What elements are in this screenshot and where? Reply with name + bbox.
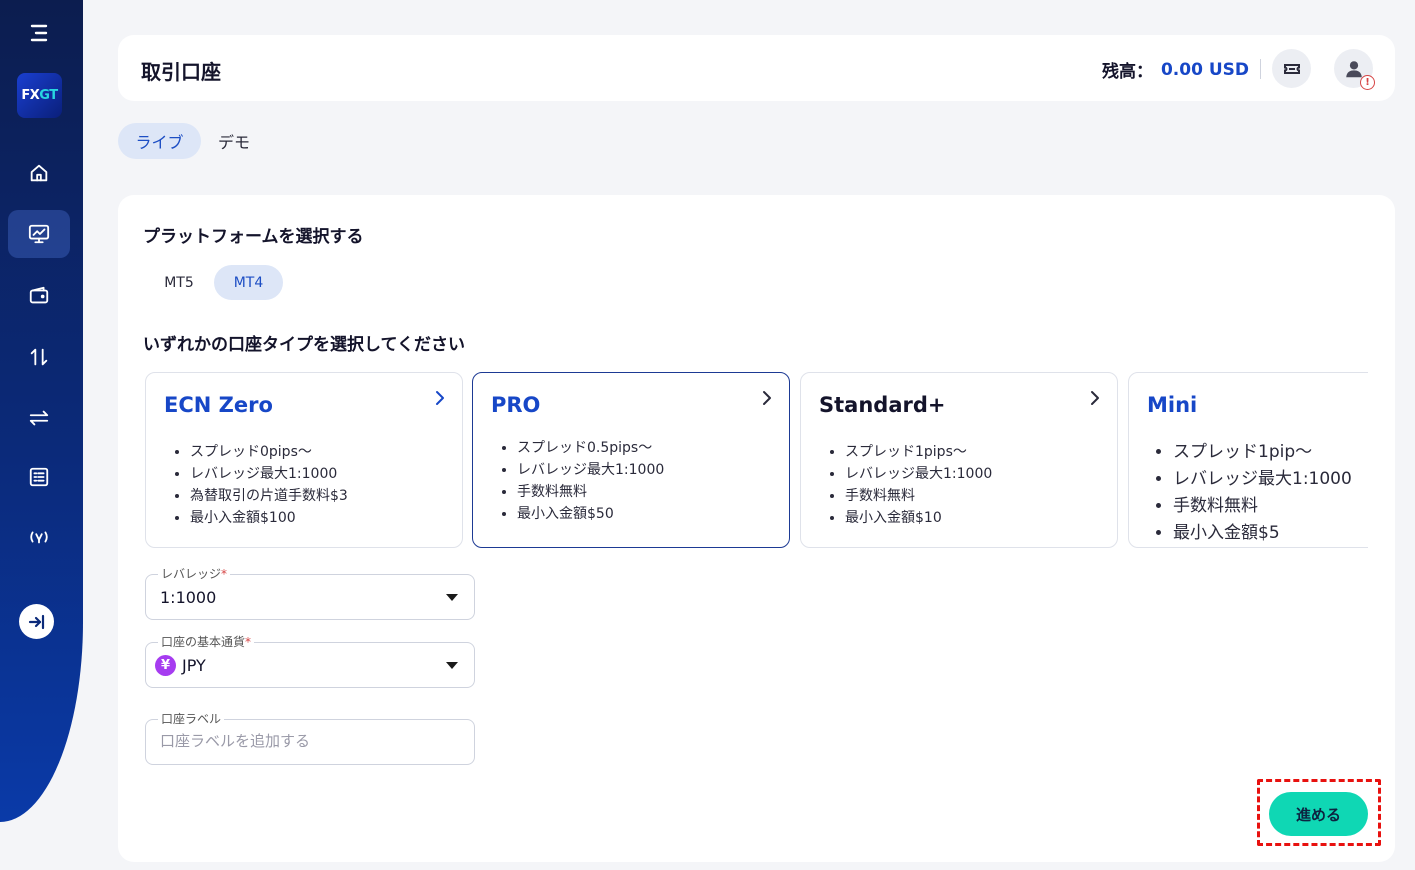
caret-down-icon xyxy=(446,662,458,669)
signal-icon xyxy=(30,531,48,544)
account-card-standard-plus[interactable]: Standard+ スプレッド1pips〜 レバレッジ最大1:1000 手数料無… xyxy=(800,372,1118,548)
page-header: 取引口座 残高： 0.00 USD ! xyxy=(118,35,1395,101)
chevron-right-icon xyxy=(432,389,448,407)
chart-monitor-icon xyxy=(28,224,50,244)
proceed-button[interactable]: 進める xyxy=(1269,792,1368,836)
feature-item: レバレッジ最大1:1000 xyxy=(1173,466,1352,493)
feature-item: スプレッド1pip〜 xyxy=(1173,439,1352,466)
tab-mt4[interactable]: MT4 xyxy=(214,265,283,300)
account-label-input[interactable] xyxy=(160,732,460,750)
feature-item: スプレッド0.5pips〜 xyxy=(517,437,664,459)
feature-item: 最小入金額$50 xyxy=(517,503,664,525)
caret-down-icon xyxy=(446,594,458,601)
feature-item: 為替取引の片道手数料$3 xyxy=(190,485,348,507)
ticket-button[interactable] xyxy=(1272,49,1311,88)
arrows-up-down-icon xyxy=(30,348,48,366)
account-name: PRO xyxy=(491,393,541,417)
account-setup-panel: プラットフォームを選択する MT5 MT4 いずれかの口座タイプを選択してくださ… xyxy=(118,195,1395,862)
chevron-right-icon xyxy=(759,389,775,407)
feature-item: レバレッジ最大1:1000 xyxy=(517,459,664,481)
wallet-icon xyxy=(29,286,49,304)
feature-item: 最小入金額$5 xyxy=(1173,520,1352,547)
feature-item: レバレッジ最大1:1000 xyxy=(190,463,348,485)
chevron-right-icon xyxy=(1087,389,1103,407)
header-divider xyxy=(1260,59,1261,79)
currency-value: JPY xyxy=(182,656,206,675)
feature-item: スプレッド0pips〜 xyxy=(190,441,348,463)
arrow-right-bar-icon xyxy=(28,614,44,629)
feature-item: 手数料無料 xyxy=(845,485,992,507)
sidebar-item-partner[interactable] xyxy=(8,513,70,561)
balance-label: 残高： xyxy=(1101,62,1153,82)
account-name: Standard+ xyxy=(819,393,946,417)
tab-demo[interactable]: デモ xyxy=(208,123,260,159)
sidebar-item-transfer[interactable] xyxy=(8,333,70,381)
balance-display: 残高： 0.00 USD xyxy=(1101,57,1249,83)
menu-icon[interactable] xyxy=(26,20,52,46)
alert-icon: ! xyxy=(1360,75,1375,90)
tab-live[interactable]: ライブ xyxy=(118,123,201,159)
feature-item: 最小入金額$10 xyxy=(845,507,992,529)
feature-list: スプレッド1pip〜 レバレッジ最大1:1000 手数料無料 最小入金額$5 xyxy=(1173,439,1352,547)
account-name: ECN Zero xyxy=(164,393,273,417)
feature-item: 最小入金額$100 xyxy=(190,507,348,529)
feature-list: スプレッド0.5pips〜 レバレッジ最大1:1000 手数料無料 最小入金額$… xyxy=(517,437,664,525)
account-card-mini[interactable]: Mini スプレッド1pip〜 レバレッジ最大1:1000 手数料無料 最小入金… xyxy=(1128,372,1368,548)
platform-title: プラットフォームを選択する xyxy=(143,227,364,247)
sidebar-item-home[interactable] xyxy=(8,149,70,197)
account-card-ecn-zero[interactable]: ECN Zero スプレッド0pips〜 レバレッジ最大1:1000 為替取引の… xyxy=(145,372,463,548)
feature-item: スプレッド1pips〜 xyxy=(845,441,992,463)
leverage-select[interactable]: レバレッジ* 1:1000 xyxy=(145,565,475,620)
sidebar-item-exchange[interactable] xyxy=(8,394,70,442)
home-icon xyxy=(30,164,48,182)
sidebar-item-wallet[interactable] xyxy=(8,272,70,320)
feature-list: スプレッド1pips〜 レバレッジ最大1:1000 手数料無料 最小入金額$10 xyxy=(845,441,992,529)
yen-icon: ¥ xyxy=(155,655,176,676)
account-label-label: 口座ラベル xyxy=(158,710,225,727)
currency-select[interactable]: 口座の基本通貨* ¥ JPY xyxy=(145,633,475,688)
feature-item: 手数料無料 xyxy=(517,481,664,503)
account-card-pro[interactable]: PRO スプレッド0.5pips〜 レバレッジ最大1:1000 手数料無料 最小… xyxy=(472,372,790,548)
list-icon xyxy=(29,467,49,487)
sidebar-item-accounts[interactable] xyxy=(8,210,70,258)
user-icon xyxy=(1345,60,1362,77)
account-type-title: いずれかの口座タイプを選択してください xyxy=(143,335,465,355)
account-name: Mini xyxy=(1147,393,1198,417)
sidebar-item-history[interactable] xyxy=(8,453,70,501)
ticket-icon xyxy=(1283,63,1300,74)
page-title: 取引口座 xyxy=(141,60,221,84)
account-type-carousel: ECN Zero スプレッド0pips〜 レバレッジ最大1:1000 為替取引の… xyxy=(145,372,1368,550)
balance-value: 0.00 USD xyxy=(1160,59,1249,80)
expand-sidebar-button[interactable] xyxy=(19,604,54,639)
currency-label: 口座の基本通貨* xyxy=(158,633,255,650)
arrows-left-right-icon xyxy=(29,410,49,426)
feature-list: スプレッド0pips〜 レバレッジ最大1:1000 為替取引の片道手数料$3 最… xyxy=(190,441,348,529)
feature-item: 手数料無料 xyxy=(1173,493,1352,520)
leverage-label: レバレッジ* xyxy=(158,565,231,582)
leverage-value: 1:1000 xyxy=(160,588,217,607)
account-label-field: 口座ラベル xyxy=(145,710,475,765)
tab-mt5[interactable]: MT5 xyxy=(148,265,210,300)
fxgt-logo[interactable]: FX GT xyxy=(17,73,62,118)
feature-item: レバレッジ最大1:1000 xyxy=(845,463,992,485)
sidebar: FX GT xyxy=(0,0,83,822)
